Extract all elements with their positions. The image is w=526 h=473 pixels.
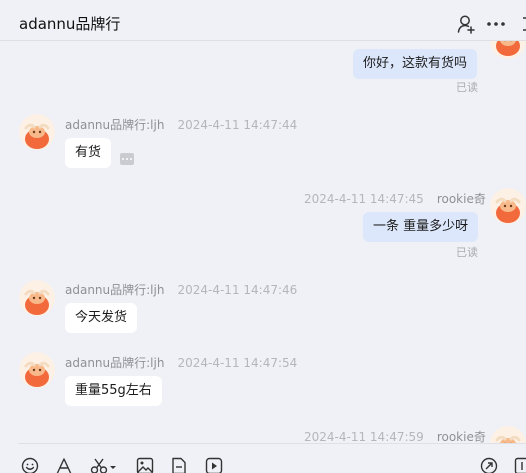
avatar[interactable] <box>490 188 526 224</box>
avatar-image <box>19 352 55 388</box>
avatar-image <box>19 114 55 150</box>
sender-name: adannu品牌行:ljh <box>65 118 165 132</box>
message-meta: adannu品牌行:ljh 2024-4-11 14:47:54 <box>65 354 297 371</box>
video-icon[interactable] <box>205 457 223 473</box>
avatar[interactable] <box>19 352 55 388</box>
sidebar-toggle-icon[interactable] <box>516 14 526 34</box>
chat-header: adannu品牌行 <box>0 0 526 41</box>
read-status: 已读 <box>456 81 478 94</box>
message-time: 2024-4-11 14:47:45 <box>304 192 424 206</box>
image-icon[interactable] <box>136 457 154 473</box>
avatar-image <box>490 41 526 59</box>
avatar[interactable] <box>19 114 55 150</box>
avatar-image <box>490 188 526 224</box>
message-time: 2024-4-11 14:47:46 <box>177 283 298 297</box>
message-more-icon[interactable] <box>120 153 134 165</box>
sender-name: adannu品牌行:ljh <box>65 356 165 370</box>
message-bubble[interactable]: 有货 <box>65 138 112 168</box>
avatar[interactable] <box>490 41 526 59</box>
sender-name: adannu品牌行:ljh <box>65 283 165 297</box>
input-toolbar <box>18 443 526 473</box>
message-bubble[interactable]: 一条 重量多少呀 <box>363 212 479 242</box>
expand-icon[interactable] <box>514 457 526 473</box>
screenshot-icon[interactable] <box>90 457 118 473</box>
add-contact-icon[interactable] <box>456 14 476 34</box>
chat-area[interactable]: 你好，这款有货吗 已读 adannu品牌行:ljh 2024-4-11 14:47… <box>0 41 526 443</box>
message-bubble[interactable]: 今天发货 <box>65 303 138 333</box>
file-icon[interactable] <box>170 457 188 473</box>
avatar[interactable] <box>19 280 55 316</box>
more-icon[interactable] <box>486 14 506 34</box>
message-meta: adannu品牌行:ljh 2024-4-11 14:47:46 <box>65 281 297 298</box>
message-bubble[interactable]: 重量55g左右 <box>65 376 162 406</box>
message-time: 2024-4-11 14:47:59 <box>304 430 424 443</box>
message-time: 2024-4-11 14:47:54 <box>177 356 298 370</box>
history-icon[interactable] <box>480 457 498 473</box>
chat-title: adannu品牌行 <box>19 15 121 33</box>
font-icon[interactable] <box>55 457 73 473</box>
message-meta: 2024-4-11 14:47:59 rookie奇 <box>304 428 486 443</box>
message-time: 2024-4-11 14:47:44 <box>177 118 298 132</box>
emoji-icon[interactable] <box>21 457 39 473</box>
read-status: 已读 <box>456 246 478 259</box>
avatar[interactable] <box>490 426 526 443</box>
sender-name: rookie奇 <box>436 430 486 443</box>
message-meta: adannu品牌行:ljh 2024-4-11 14:47:44 <box>65 116 297 133</box>
avatar-image <box>19 280 55 316</box>
avatar-image <box>490 426 526 443</box>
sender-name: rookie奇 <box>436 192 486 206</box>
message-bubble[interactable]: 你好，这款有货吗 <box>353 49 478 79</box>
message-meta: 2024-4-11 14:47:45 rookie奇 <box>304 190 486 207</box>
